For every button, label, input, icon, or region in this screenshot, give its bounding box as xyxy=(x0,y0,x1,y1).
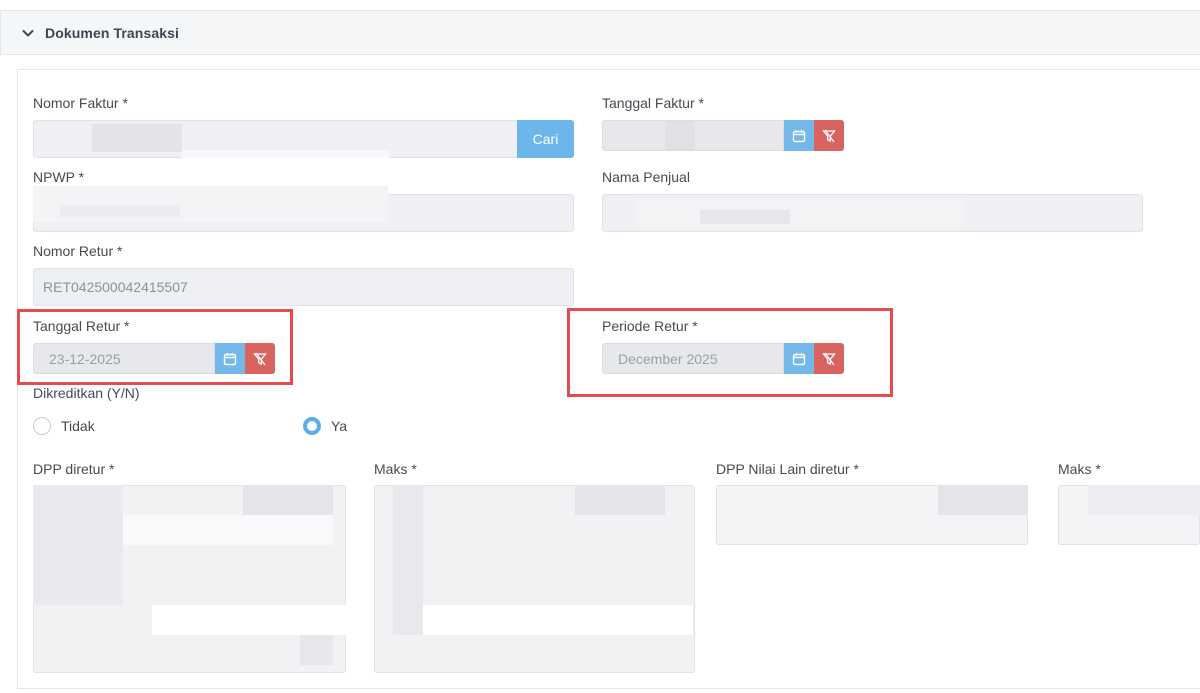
calendar-icon xyxy=(223,352,237,365)
radio-tidak-label: Tidak xyxy=(61,418,95,434)
clear-filter-button[interactable] xyxy=(814,343,844,374)
npwp-label: NPWP * xyxy=(33,169,85,185)
filter-clear-icon xyxy=(822,352,836,365)
tanggal-retur-label: Tanggal Retur * xyxy=(33,318,130,334)
radio-circle-selected[interactable] xyxy=(303,417,321,435)
redacted-region xyxy=(60,205,180,217)
calendar-button[interactable] xyxy=(784,343,814,374)
redacted-region xyxy=(1088,485,1200,515)
dpp-nilai-lain-label: DPP Nilai Lain diretur * xyxy=(716,461,859,477)
calendar-button[interactable] xyxy=(784,120,814,151)
redacted-region xyxy=(423,605,693,635)
filter-clear-icon xyxy=(822,129,836,142)
nomor-faktur-label: Nomor Faktur * xyxy=(33,95,128,111)
redacted-region xyxy=(665,121,695,150)
redacted-region xyxy=(243,485,333,515)
redacted-region xyxy=(300,635,333,665)
redacted-region xyxy=(635,198,965,226)
redacted-region xyxy=(92,124,182,152)
periode-retur-picker: December 2025 xyxy=(602,343,844,374)
radio-ya-label: Ya xyxy=(331,418,348,434)
section-header[interactable]: Dokumen Transaksi xyxy=(0,10,1200,55)
tanggal-faktur-label: Tanggal Faktur * xyxy=(602,95,704,111)
calendar-icon xyxy=(792,352,806,365)
radio-ya[interactable]: Ya xyxy=(303,417,347,435)
nama-penjual-label: Nama Penjual xyxy=(602,169,690,185)
maks-label-1: Maks * xyxy=(374,461,417,477)
redacted-region xyxy=(123,515,333,545)
redacted-region xyxy=(575,485,665,515)
periode-retur-input[interactable]: December 2025 xyxy=(602,343,784,374)
chevron-down-icon xyxy=(22,29,34,37)
filter-clear-icon xyxy=(253,352,267,365)
radio-circle[interactable] xyxy=(33,417,51,435)
cari-button[interactable]: Cari xyxy=(517,120,574,158)
redacted-region xyxy=(33,485,123,605)
nomor-retur-input[interactable]: RET042500042415507 xyxy=(33,268,574,306)
clear-filter-button[interactable] xyxy=(814,120,844,151)
tanggal-retur-input[interactable]: 23-12-2025 xyxy=(33,343,215,374)
maks-label-2: Maks * xyxy=(1058,461,1101,477)
nomor-retur-label: Nomor Retur * xyxy=(33,243,123,259)
clear-filter-button[interactable] xyxy=(245,343,275,374)
tanggal-faktur-picker xyxy=(602,120,844,151)
redacted-region xyxy=(700,210,790,224)
radio-tidak[interactable]: Tidak xyxy=(33,417,95,435)
redacted-region xyxy=(938,485,1028,515)
dikreditkan-label: Dikreditkan (Y/N) xyxy=(33,385,140,401)
dpp-diretur-label: DPP diretur * xyxy=(33,461,115,477)
calendar-icon xyxy=(792,129,806,142)
section-title: Dokumen Transaksi xyxy=(45,24,179,41)
periode-retur-label: Periode Retur * xyxy=(602,318,698,334)
tanggal-retur-picker: 23-12-2025 xyxy=(33,343,275,374)
redacted-region xyxy=(182,150,390,158)
calendar-button[interactable] xyxy=(215,343,245,374)
redacted-region xyxy=(152,605,362,635)
redacted-region xyxy=(393,485,423,635)
